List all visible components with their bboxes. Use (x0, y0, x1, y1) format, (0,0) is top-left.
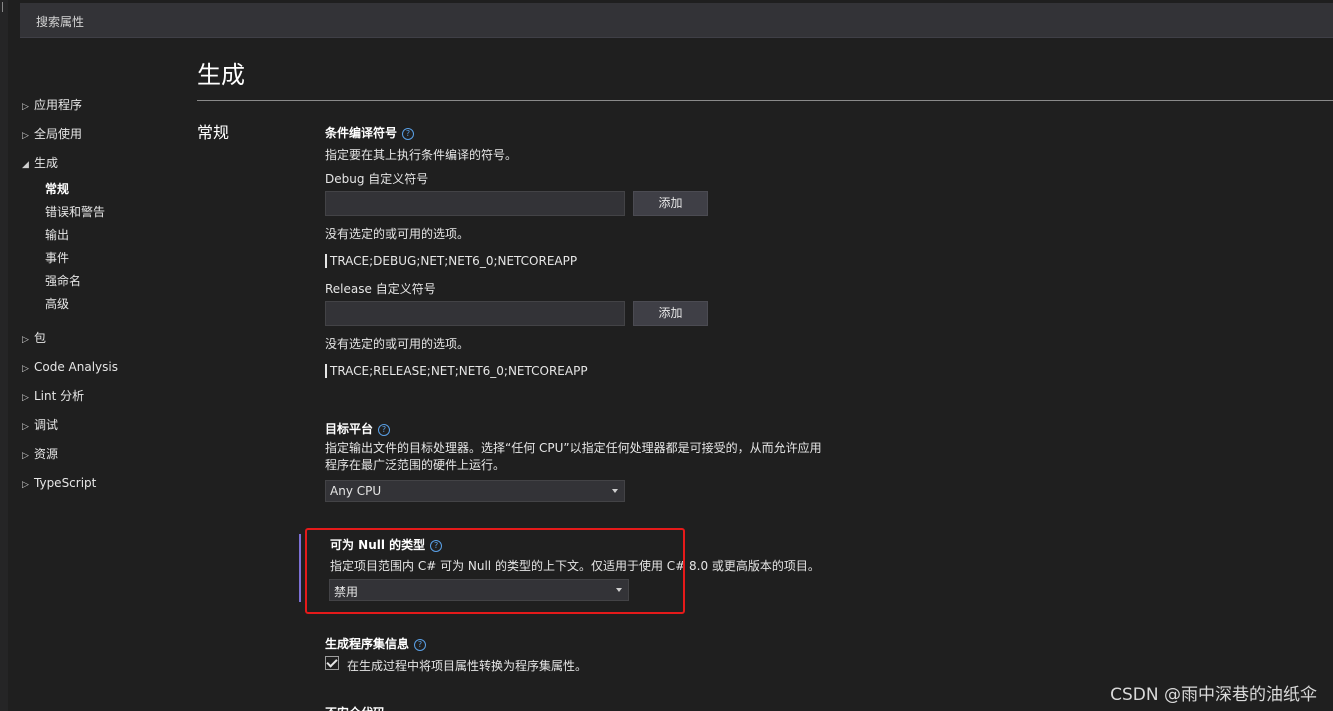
sidebar-item-advanced[interactable]: 高级 (45, 295, 69, 313)
platform-target-value: Any CPU (330, 484, 382, 498)
sidebar-item-strong-naming[interactable]: 强命名 (45, 272, 81, 290)
sidebar-item-application[interactable]: ▷ 应用程序 (22, 96, 82, 114)
sidebar-item-label: 生成 (34, 156, 59, 170)
debug-add-button[interactable]: 添加 (633, 191, 708, 216)
help-icon[interactable]: ? (378, 424, 391, 436)
platform-target-title-text: 目标平台 (325, 422, 374, 436)
help-icon[interactable]: ? (402, 128, 415, 140)
sidebar-item-global-usings[interactable]: ▷ 全局使用 (22, 125, 82, 143)
debug-add-label: 添加 (658, 196, 683, 210)
chevron-down-icon (612, 489, 618, 493)
conditional-symbols-title: 条件编译符号? (325, 124, 415, 141)
sidebar-item-label: Lint 分析 (34, 389, 85, 403)
expand-arrow-icon: ▷ (22, 422, 29, 432)
expand-arrow-icon: ▷ (22, 364, 29, 374)
sidebar-item-label: 资源 (34, 447, 59, 461)
section-title: 常规 (197, 123, 230, 142)
platform-desc-line: 程序在最广泛范围的硬件上运行。 (325, 458, 506, 472)
assembly-info-title-text: 生成程序集信息 (325, 637, 410, 651)
platform-target-desc: 指定输出文件的目标处理器。选择“任何 CPU”以指定任何处理器都是可接受的，从而… (325, 440, 825, 474)
expand-arrow-icon: ▷ (22, 335, 29, 345)
platform-desc-line: 指定输出文件的目标处理器。选择“任何 CPU”以指定任何处理器都是可接受的，从而… (325, 441, 822, 455)
sidebar-item-label: 全局使用 (34, 127, 83, 141)
modified-indicator (299, 534, 301, 602)
sidebar-item-package[interactable]: ▷ 包 (22, 329, 46, 347)
conditional-symbols-desc: 指定要在其上执行条件编译的符号。 (325, 148, 518, 162)
sidebar-item-build[interactable]: ◢ 生成 (22, 154, 58, 172)
debug-symbols-input[interactable] (325, 191, 625, 216)
expand-arrow-icon: ▷ (22, 451, 29, 461)
assembly-info-checkbox[interactable] (325, 656, 339, 670)
assembly-info-checkbox-label[interactable]: 在生成过程中将项目属性转换为程序集属性。 (347, 657, 587, 674)
sidebar-item-label: Code Analysis (34, 360, 118, 374)
platform-target-title: 目标平台? (325, 420, 391, 437)
debug-symbols-value[interactable]: TRACE;DEBUG;NET;NET6_0;NETCOREAPP (325, 254, 577, 268)
assembly-info-title: 生成程序集信息? (325, 635, 427, 652)
sidebar-item-lint[interactable]: ▷ Lint 分析 (22, 387, 84, 405)
collapse-arrow-icon: ◢ (22, 160, 29, 170)
expand-arrow-icon: ▷ (22, 131, 29, 141)
sidebar-item-label: 应用程序 (34, 98, 83, 112)
title-divider (197, 100, 1333, 101)
highlight-annotation-box (305, 528, 685, 614)
sidebar-item-typescript[interactable]: ▷ TypeScript (22, 474, 96, 492)
expand-arrow-icon: ▷ (22, 393, 29, 403)
help-icon[interactable]: ? (414, 639, 427, 651)
search-input[interactable]: 搜索属性 (20, 3, 1333, 38)
expand-arrow-icon: ▷ (22, 480, 29, 490)
sidebar-item-output[interactable]: 输出 (45, 226, 69, 244)
sidebar-item-label: 包 (34, 331, 47, 345)
sidebar-item-code-analysis[interactable]: ▷ Code Analysis (22, 358, 118, 376)
release-symbols-label: Release 自定义符号 (325, 282, 436, 296)
check-icon (326, 656, 338, 668)
release-symbols-value[interactable]: TRACE;RELEASE;NET;NET6_0;NETCOREAPP (325, 364, 588, 378)
conditional-symbols-title-text: 条件编译符号 (325, 126, 398, 140)
watermark: CSDN @雨中深巷的油纸伞 (1110, 685, 1317, 705)
sidebar-item-label: 调试 (34, 418, 59, 432)
edge-mark (2, 2, 6, 12)
window-left-edge (0, 0, 8, 711)
debug-none-text: 没有选定的或可用的选项。 (325, 227, 470, 241)
sidebar-item-label: TypeScript (34, 476, 97, 490)
release-symbols-input[interactable] (325, 301, 625, 326)
expand-arrow-icon: ▷ (22, 102, 29, 112)
unsafe-code-title-partial: 不安全代码 (325, 704, 385, 711)
release-add-label: 添加 (658, 306, 683, 320)
release-add-button[interactable]: 添加 (633, 301, 708, 326)
sidebar-item-resources[interactable]: ▷ 资源 (22, 445, 58, 463)
sidebar-item-events[interactable]: 事件 (45, 249, 69, 267)
search-placeholder: 搜索属性 (36, 15, 85, 29)
page-title: 生成 (197, 61, 245, 89)
sidebar-item-general[interactable]: 常规 (45, 180, 69, 198)
sidebar-item-errors-warnings[interactable]: 错误和警告 (45, 203, 105, 221)
debug-symbols-label: Debug 自定义符号 (325, 172, 429, 186)
release-none-text: 没有选定的或可用的选项。 (325, 337, 470, 351)
platform-target-select[interactable]: Any CPU (325, 480, 625, 502)
sidebar-item-debug[interactable]: ▷ 调试 (22, 416, 58, 434)
